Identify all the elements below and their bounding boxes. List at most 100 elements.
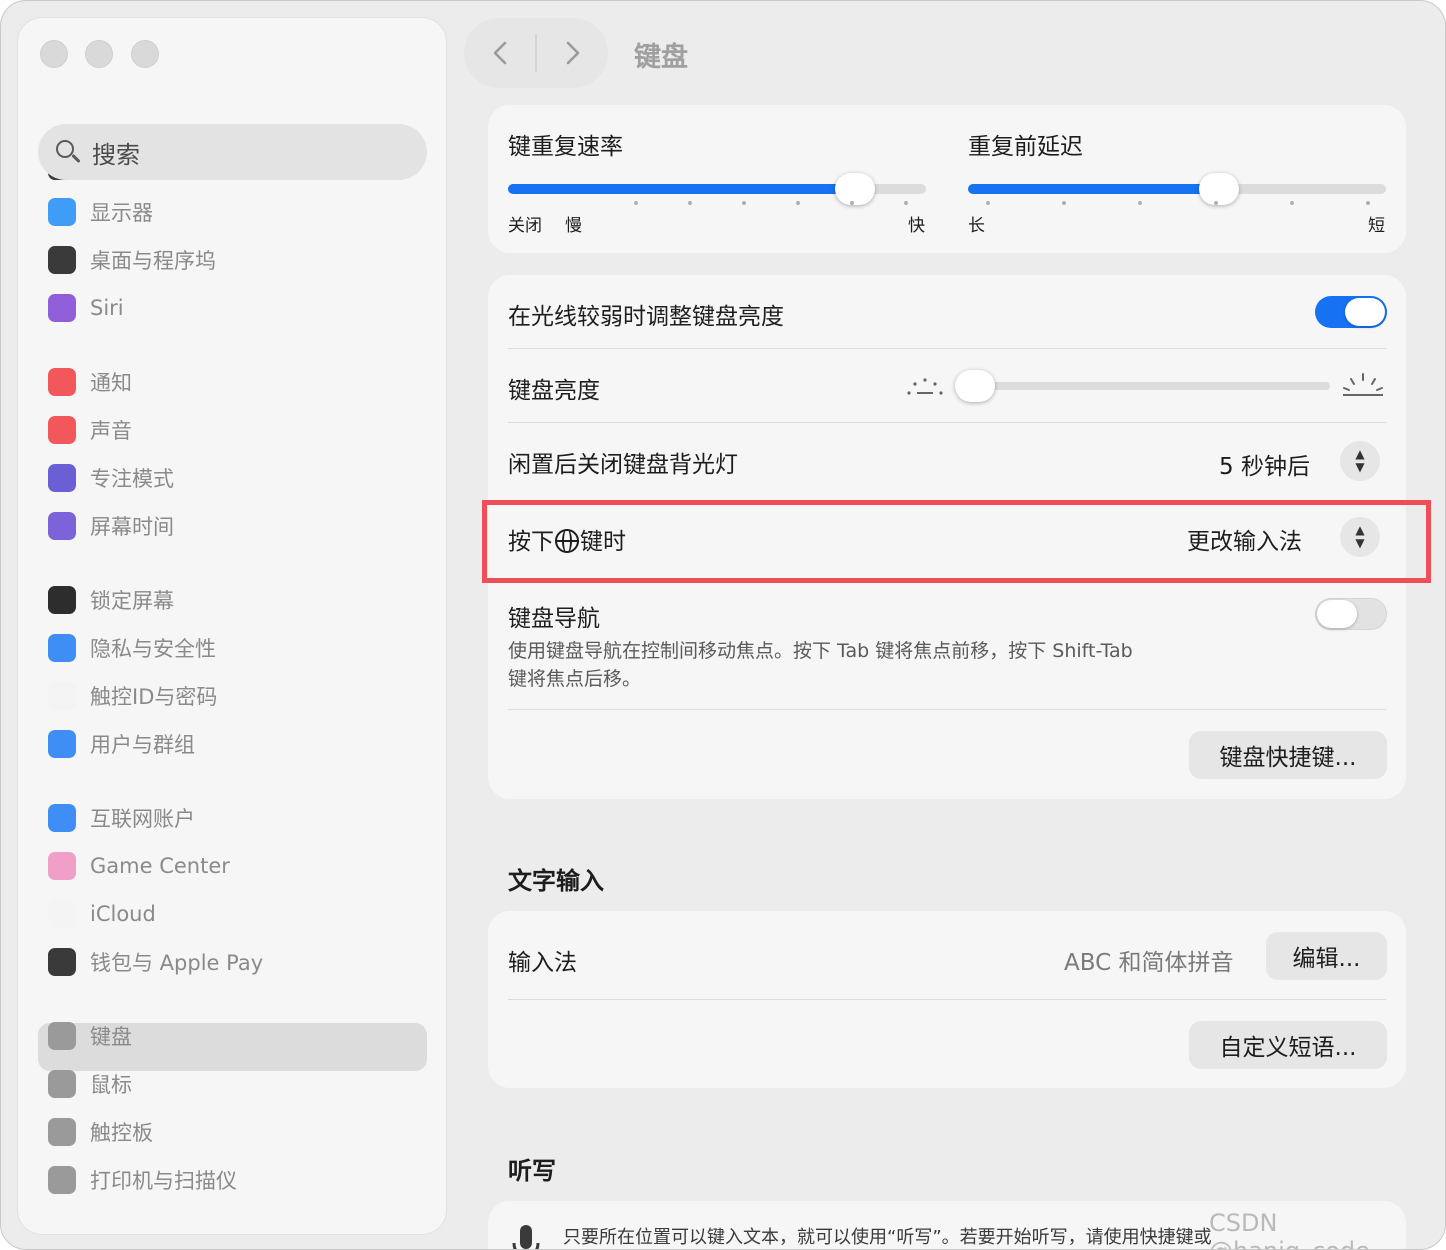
cloud-icon [48,900,76,928]
row-separator [508,348,1386,349]
sidebar-item-wallet[interactable]: 钱包与 Apple Pay [48,941,263,983]
repeat-delay-fill [968,184,1219,194]
search-placeholder: 搜索 [92,140,140,169]
close-window-button[interactable] [40,40,68,68]
display-icon [48,198,76,226]
minimize-window-button[interactable] [85,40,113,68]
wallet-icon [48,948,76,976]
game-center-icon [48,852,76,880]
idle-backlight-value[interactable]: 5 秒钟后 [1219,447,1310,481]
dictation-description: 只要所在位置可以键入文本，就可以使用“听写”。若要开始听写，请使用快捷键或 [563,1227,1212,1248]
key-repeat-rate-knob[interactable] [835,173,875,205]
search-input[interactable]: 搜索 [38,124,427,180]
slider-tick [1062,201,1066,205]
mouse-icon [48,1070,76,1098]
slider-tick [688,201,692,205]
delay-short-label: 短 [1368,216,1385,236]
sidebar-item-lock[interactable]: 锁定屏幕 [48,579,174,621]
sidebar-item-sound[interactable]: 声音 [48,409,132,451]
sidebar-item-label: 互联网账户 [90,807,195,831]
sidebar-item-label: 声音 [90,419,132,443]
sidebar-item-label: 打印机与扫描仪 [90,1169,237,1193]
sidebar-item-dock[interactable]: 桌面与程序坞 [48,239,216,281]
sidebar-item-label: 钱包与 Apple Pay [90,951,264,975]
notification-icon [48,368,76,396]
sidebar-item-label: 桌面与程序坞 [90,249,216,273]
navigation-pill [464,18,608,88]
search-icon [54,138,82,166]
sidebar-item-cloud[interactable]: iCloud [48,893,156,935]
slider-tick [986,201,990,205]
row-separator [508,422,1386,423]
keyboard-brightness-slider[interactable] [956,382,1330,390]
sidebar-item-at[interactable]: 互联网账户 [48,797,195,839]
sidebar-item-label: 专注模式 [90,467,174,491]
sidebar-item-hand[interactable]: 隐私与安全性 [48,627,216,669]
slider-tick [742,201,746,205]
slider-tick [850,201,854,205]
users-icon [48,730,76,758]
auto-brightness-label: 在光线较弱时调整键盘亮度 [508,304,784,330]
at-icon [48,804,76,832]
sidebar-item-label: Game Center [90,854,230,878]
back-chevron-icon[interactable] [488,40,514,66]
nav-divider [535,34,537,72]
sidebar-item-trackpad[interactable]: 触控板 [48,1111,153,1153]
watermark: CSDN @hanjq_code [1209,1209,1370,1249]
rate-fast-label: 快 [908,216,925,236]
settings-window: 外观 搜索 显示器桌面与程序坞Siri通知声音专注模式屏幕时间锁定屏幕隐私与安全… [0,0,1446,1250]
repeat-delay-slider[interactable] [968,184,1386,194]
repeat-delay-knob[interactable] [1199,173,1239,205]
sidebar-item-printer[interactable]: 打印机与扫描仪 [48,1159,237,1201]
sidebar-item-label: Siri [90,296,124,320]
sidebar-item-game-center[interactable]: Game Center [48,845,230,887]
microphone-icon [512,1225,540,1249]
input-sources-value: ABC 和简体拼音 [1064,950,1234,976]
hand-icon [48,634,76,662]
rate-off-label: 关闭 [508,216,542,236]
slider-tick [796,201,800,205]
rate-slow-label: 慢 [565,216,582,236]
brightness-high-icon [1343,373,1383,396]
sidebar-item-moon[interactable]: 专注模式 [48,457,174,499]
sidebar-item-label: 显示器 [90,201,153,225]
sidebar-item-keyboard[interactable]: 键盘 [48,1015,132,1057]
row-separator [508,999,1386,1000]
brightness-low-icon [907,378,943,395]
keyboard-brightness-label: 键盘亮度 [508,378,600,404]
sidebar-item-label: 隐私与安全性 [90,637,216,661]
forward-chevron-icon[interactable] [559,40,585,66]
sidebar-item-hourglass[interactable]: 屏幕时间 [48,505,174,547]
delay-long-label: 长 [968,216,985,236]
slider-tick [634,201,638,205]
sidebar-item-display[interactable]: 显示器 [48,191,153,233]
keyboard-brightness-knob[interactable] [955,370,995,402]
slider-tick [1290,201,1294,205]
edit-input-sources-button[interactable]: 编辑... [1266,932,1387,980]
sidebar-item-label: 键盘 [90,1025,132,1049]
keyboard-navigation-description-line1: 使用键盘导航在控制间移动焦点。按下 Tab 键将焦点前移，按下 Shift-Ta… [508,640,1133,662]
toggle-knob [1317,600,1357,628]
sidebar-item-label: iCloud [90,902,156,926]
siri-icon [48,294,76,322]
sidebar-item-mouse[interactable]: 鼠标 [48,1063,132,1105]
keyboard-shortcuts-button[interactable]: 键盘快捷键... [1189,731,1387,779]
key-repeat-rate-fill [508,184,855,194]
keyboard-navigation-label: 键盘导航 [508,606,600,632]
hourglass-icon [48,512,76,540]
text-input-section-title: 文字输入 [508,867,604,895]
idle-backlight-stepper[interactable]: ▲ ▼ [1340,441,1380,481]
sidebar-item-siri[interactable]: Siri [48,287,124,329]
sidebar-item-users[interactable]: 用户与群组 [48,723,195,765]
keyboard-icon [48,1022,76,1050]
toggle-knob [1345,298,1385,326]
auto-brightness-toggle[interactable] [1315,296,1387,328]
repeat-delay-label: 重复前延迟 [968,134,1083,160]
row-separator [508,709,1386,710]
sidebar-item-fingerprint[interactable]: 触控ID与密码 [48,675,217,717]
keyboard-navigation-toggle[interactable] [1315,598,1387,630]
text-replacements-button[interactable]: 自定义短语... [1189,1021,1387,1069]
sidebar-item-notification[interactable]: 通知 [48,361,132,403]
sidebar: 外观 搜索 显示器桌面与程序坞Siri通知声音专注模式屏幕时间锁定屏幕隐私与安全… [18,18,446,1234]
zoom-window-button[interactable] [131,40,159,68]
